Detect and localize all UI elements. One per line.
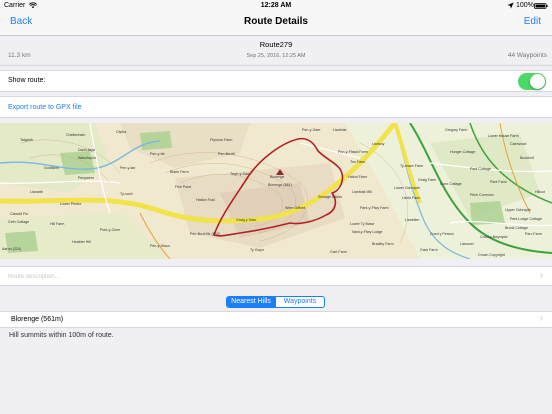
map-label: Graig y Gaer xyxy=(236,218,257,222)
tab-nearest-hills[interactable]: Nearest Hills xyxy=(227,297,275,307)
map-label: Caerwood xyxy=(510,142,526,146)
route-distance: 11.3 km xyxy=(8,52,31,59)
map-label: Pant-y-Ffwy Farm xyxy=(360,206,389,210)
map-label: Llanellen xyxy=(405,218,419,222)
map-label: Fish Pond xyxy=(175,185,191,189)
map-label: Wauntaylor xyxy=(78,156,97,160)
map-label: Talgarth xyxy=(20,138,33,142)
map-label: Pant Cottage xyxy=(470,167,491,171)
map-label: Hill Farm xyxy=(50,222,64,226)
map-label: Clawdd Fm xyxy=(10,212,28,216)
map-label: Ton Farm xyxy=(350,160,365,164)
map-label: Hafod Farm xyxy=(348,175,367,179)
page-title: Route Details xyxy=(244,16,308,27)
map-label: Goldfarm xyxy=(44,166,59,170)
map-label: Bradley Farm xyxy=(372,242,394,246)
battery-percent: 100% xyxy=(516,2,534,9)
map-label: Ty-coch xyxy=(120,192,133,196)
map-label: Pen-y-Ffawd Farm xyxy=(338,150,368,154)
map-label: Pen-ffordd xyxy=(218,152,235,156)
description-row: › xyxy=(0,266,552,286)
map-label: Hatton Fold xyxy=(196,198,215,202)
hills-footer-note: Hill summits within 100m of route. xyxy=(9,332,114,339)
hill-name: Blorenge (561m) xyxy=(11,316,64,323)
map-label: Cwrt Farm xyxy=(330,250,347,254)
map-label: Wern Gifford xyxy=(285,206,305,210)
map-label: Llethr Farm xyxy=(402,196,420,200)
map-label: Lower House Farm xyxy=(488,134,519,138)
show-route-toggle[interactable] xyxy=(518,73,546,90)
map-label: Nant-y-Ffwy Lodge xyxy=(352,230,382,234)
status-time: 12:28 AM xyxy=(260,2,292,9)
map-label: Garn Cottage xyxy=(440,182,462,186)
map-label: Llanarth xyxy=(30,190,43,194)
map-label: Pen-y-lan xyxy=(120,166,135,170)
map-label: Blorenge (561) xyxy=(268,183,292,187)
show-route-row: Show route: xyxy=(0,70,552,92)
map-label: Cheltenham xyxy=(66,133,85,137)
map-label: Clytha xyxy=(116,130,126,134)
map-label: Lower Pentre xyxy=(60,202,81,206)
route-map[interactable]: Cheltenham Clytha Danh-lwyd Wauntaylor G… xyxy=(0,123,552,259)
map-label: Danh-lwyd xyxy=(78,148,95,152)
export-row: Export route to GPX file xyxy=(0,96,552,118)
route-name: Route279 xyxy=(259,40,293,49)
map-label: Buckholt xyxy=(520,156,534,160)
map-label: Blaen Farm xyxy=(170,170,189,174)
route-description-input[interactable] xyxy=(8,271,528,283)
map-label: Parc Farm xyxy=(525,232,542,236)
toggle-knob xyxy=(530,74,545,89)
map-label: Crown Copyright xyxy=(478,253,505,257)
map-label: Pen-fford-Hir (592) xyxy=(190,232,220,236)
map-label: Llanover xyxy=(460,242,475,246)
chevron-right-icon: › xyxy=(539,313,543,324)
map-label: Blorenge xyxy=(270,175,284,179)
map-label: Ffynnon Farm xyxy=(210,138,232,142)
map-label: Cwm Farm xyxy=(420,248,438,252)
hills-waypoints-segmented-control: Nearest Hills Waypoints xyxy=(226,296,325,308)
map-canvas: Cheltenham Clytha Danh-lwyd Wauntaylor G… xyxy=(0,123,552,259)
battery-icon xyxy=(534,3,548,9)
map-label: Graig Farm xyxy=(418,178,436,182)
location-arrow-icon xyxy=(507,2,514,9)
map-label: Sewage Works xyxy=(318,195,342,199)
export-gpx-link[interactable]: Export route to GPX file xyxy=(8,104,82,111)
map-label: Pen-y-Waun xyxy=(150,244,170,248)
map-label: Gregory Farm xyxy=(445,128,467,132)
map-label: Upper Ochrwyth xyxy=(505,208,531,212)
map-label: Park Lodge Cottage xyxy=(510,217,542,221)
map-label: Pen-y-fal xyxy=(150,152,165,156)
map-label: Cefn Cottage xyxy=(8,220,29,224)
map-label: Pant Farm xyxy=(490,180,507,184)
show-route-label: Show route: xyxy=(8,77,46,84)
route-waypoint-count: 44 Waypoints xyxy=(507,52,547,59)
route-summary: Route279 Sep 25, 2016, 12:25 AM 11.3 km … xyxy=(0,36,552,66)
chevron-right-icon: › xyxy=(539,270,543,281)
tab-waypoints[interactable]: Waypoints xyxy=(275,297,324,307)
map-label: Coed y Person xyxy=(430,232,454,236)
map-label: Ty-mawr Farm xyxy=(400,164,423,168)
map-label: Pitch Common xyxy=(470,193,494,197)
route-date: Sep 25, 2016, 12:25 AM xyxy=(246,53,306,59)
map-label: Ty Gwyn xyxy=(250,248,264,252)
map-label: Llanfoist Mill xyxy=(352,190,372,194)
map-label: Lower Ty Mawr xyxy=(350,222,375,226)
map-label: Penywern xyxy=(78,176,94,180)
map-label: Llansoy xyxy=(372,142,385,146)
map-label: Hunger Cottage xyxy=(450,150,475,154)
edit-button[interactable]: Edit xyxy=(524,16,541,27)
map-label: Twyn-y-Gaer xyxy=(230,172,251,176)
list-item[interactable]: Blorenge (561m) › xyxy=(0,311,552,328)
map-label: Aaron (324) xyxy=(2,247,21,251)
map-label: Hillcot xyxy=(535,190,545,194)
status-bar: Carrier 12:28 AM 100% xyxy=(0,0,552,12)
map-label: Llanfoist xyxy=(333,128,346,132)
map-label: Pen-y-Gaer xyxy=(302,128,321,132)
map-label: Brook Cottage xyxy=(505,226,528,230)
map-label: Lower Ochrwyth xyxy=(394,186,420,190)
map-label: Pont-y-Cwm xyxy=(100,228,120,232)
map-label: Coed-y-Bwynydd xyxy=(480,235,507,239)
map-label: Heather Hill xyxy=(72,240,91,244)
navigation-bar: Back Route Details Edit xyxy=(0,12,552,36)
